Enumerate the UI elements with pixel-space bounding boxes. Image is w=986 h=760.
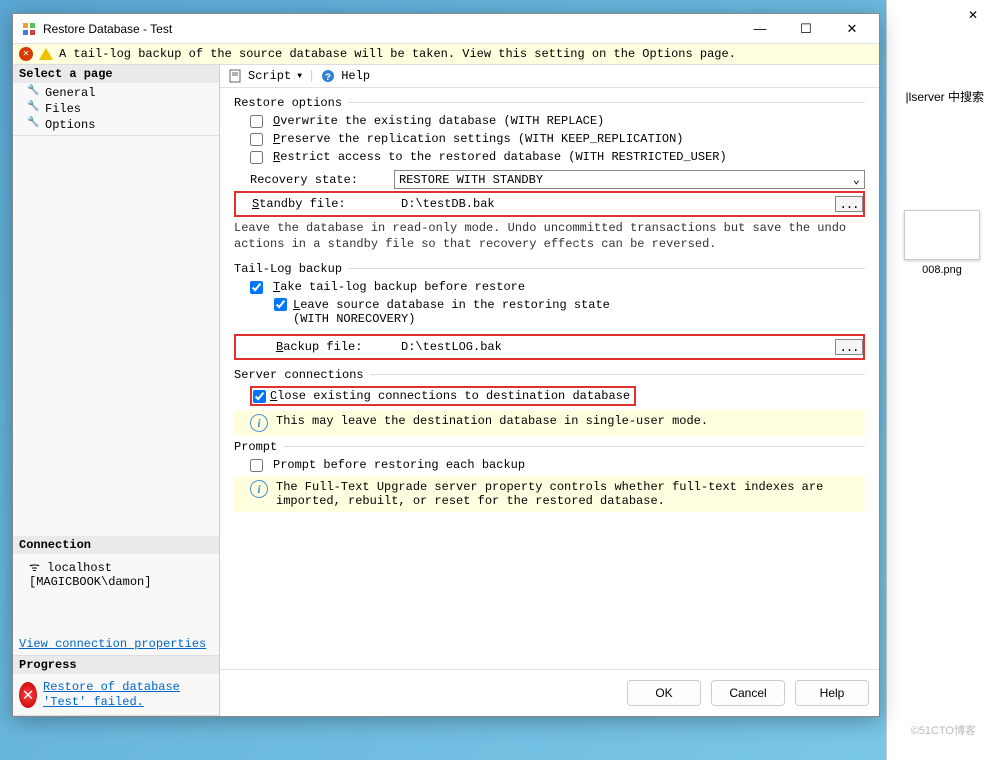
search-fragment: |lserver 中搜索	[906, 88, 984, 105]
backup-file-label: Backup file:	[236, 340, 396, 354]
watermark: ©51CTO博客	[911, 722, 976, 738]
background-window: |lserver 中搜索 008.png	[886, 0, 986, 760]
connection-text: ᯤ localhost [MAGICBOOK\damon]	[13, 554, 219, 593]
preserve-checkbox[interactable]	[250, 133, 263, 146]
close-connections-label: Close existing connections to destinatio…	[270, 389, 630, 403]
recovery-state-label: Recovery state:	[234, 173, 394, 187]
standby-file-input[interactable]: D:\testDB.bak	[396, 195, 831, 213]
leave-restoring-checkbox[interactable]	[274, 298, 287, 311]
sidebar-item-general[interactable]: General	[13, 85, 219, 101]
close-button[interactable]: ✕	[829, 14, 875, 43]
titlebar[interactable]: Restore Database - Test — ☐ ✕	[13, 14, 879, 44]
server-connections-header: Server connections	[234, 368, 364, 382]
backup-browse-button[interactable]: ...	[835, 339, 863, 355]
script-dropdown[interactable]: ▼	[297, 72, 302, 81]
error-icon: ✕	[19, 47, 33, 61]
help-icon: ?	[321, 69, 335, 83]
backup-file-input[interactable]: D:\testLOG.bak	[396, 338, 831, 356]
thumbnail-label: 008.png	[904, 264, 980, 276]
sidebar: Select a page General Files Options Conn…	[13, 65, 220, 716]
wrench-icon	[29, 103, 41, 115]
notice-bar: ✕ A tail-log backup of the source databa…	[13, 44, 879, 65]
wrench-icon	[29, 119, 41, 131]
restore-database-dialog: Restore Database - Test — ☐ ✕ ✕ A tail-l…	[12, 13, 880, 717]
sidebar-item-files[interactable]: Files	[13, 101, 219, 117]
main-panel: Script ▼ | ? Help Restore options Overwr…	[220, 65, 879, 716]
file-thumbnail[interactable]: 008.png	[904, 210, 980, 276]
prompt-info: The Full-Text Upgrade server property co…	[276, 480, 857, 508]
help-button[interactable]: Help	[795, 680, 869, 706]
maximize-button[interactable]: ☐	[783, 14, 829, 43]
connection-header: Connection	[13, 536, 219, 554]
preserve-label: Preserve the replication settings (WITH …	[273, 132, 683, 146]
notice-text: A tail-log backup of the source database…	[59, 47, 736, 61]
wrench-icon	[29, 87, 41, 99]
recovery-state-select[interactable]: RESTORE WITH STANDBY⌄	[394, 170, 865, 189]
help-button[interactable]: Help	[341, 69, 370, 83]
restrict-checkbox[interactable]	[250, 151, 263, 164]
standby-description: Leave the database in read-only mode. Un…	[234, 217, 865, 260]
outer-close-button[interactable]: ✕	[964, 6, 982, 24]
take-tail-log-checkbox[interactable]	[250, 281, 263, 294]
toolbar: Script ▼ | ? Help	[220, 65, 879, 88]
cancel-button[interactable]: Cancel	[711, 680, 785, 706]
close-connections-checkbox[interactable]	[253, 390, 266, 403]
select-page-header: Select a page	[13, 65, 219, 83]
error-circle-icon: ✕	[19, 682, 37, 708]
standby-browse-button[interactable]: ...	[835, 196, 863, 212]
progress-header: Progress	[13, 656, 219, 674]
leave-restoring-label: Leave source database in the restoring s…	[293, 298, 610, 326]
info-icon: i	[250, 480, 268, 498]
overwrite-checkbox[interactable]	[250, 115, 263, 128]
minimize-button[interactable]: —	[737, 14, 783, 43]
sidebar-item-options[interactable]: Options	[13, 117, 219, 133]
prompt-header: Prompt	[234, 440, 277, 454]
restore-options-header: Restore options	[234, 96, 342, 110]
restore-failed-link[interactable]: Restore of database 'Test' failed.	[43, 680, 213, 709]
standby-file-label: Standby file:	[236, 197, 396, 211]
prompt-label: Prompt before restoring each backup	[273, 458, 525, 472]
ok-button[interactable]: OK	[627, 680, 701, 706]
script-button[interactable]: Script	[248, 69, 291, 83]
script-icon	[228, 69, 242, 83]
info-icon: i	[250, 414, 268, 432]
dialog-footer: OK Cancel Help	[220, 669, 879, 716]
take-tail-log-label: Take tail-log backup before restore	[273, 280, 525, 294]
tail-log-header: Tail-Log backup	[234, 262, 342, 276]
app-icon	[21, 21, 37, 37]
svg-text:?: ?	[325, 73, 331, 83]
view-connection-link[interactable]: View connection properties	[13, 633, 219, 655]
warning-icon	[39, 48, 53, 60]
window-title: Restore Database - Test	[43, 22, 737, 36]
restrict-label: Restrict access to the restored database…	[273, 150, 727, 164]
thumbnail-image	[904, 210, 980, 260]
server-conn-info: This may leave the destination database …	[276, 414, 708, 428]
overwrite-label: Overwrite the existing database (WITH RE…	[273, 114, 604, 128]
prompt-checkbox[interactable]	[250, 459, 263, 472]
